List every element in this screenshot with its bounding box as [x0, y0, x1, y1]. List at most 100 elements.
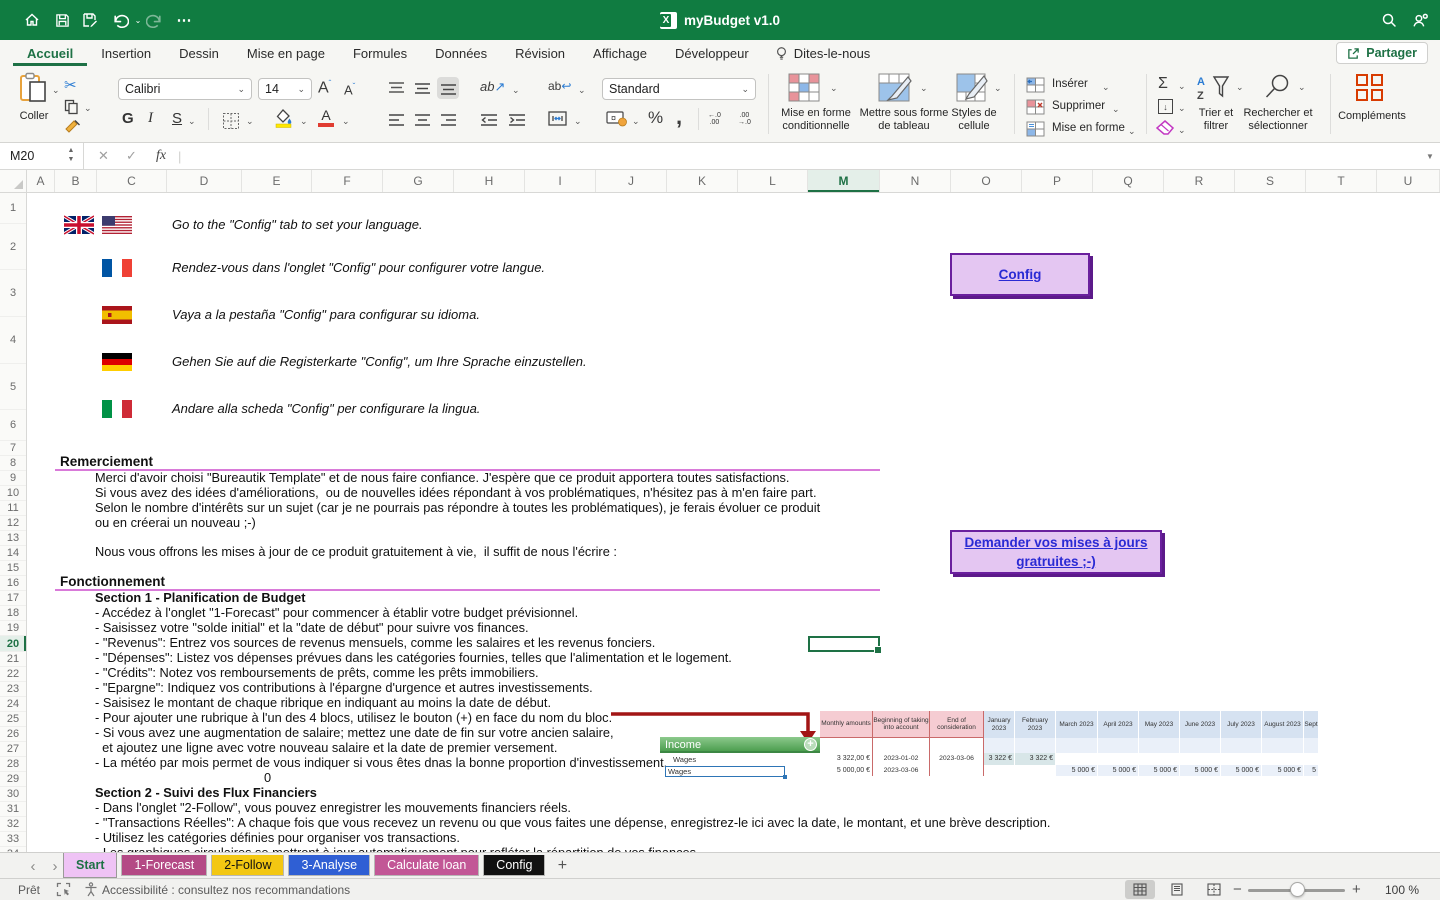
find-select-icon[interactable] [1264, 73, 1292, 104]
delete-label[interactable]: Supprimer [1052, 100, 1105, 112]
orientation-chevron-icon[interactable]: ⌄ [512, 86, 520, 95]
formula-input[interactable] [190, 143, 1420, 169]
format-cells-chevron-icon[interactable]: ⌄ [1128, 127, 1136, 136]
enter-formula-icon[interactable]: ✓ [126, 143, 137, 169]
ribbon-tab-formules[interactable]: Formules [339, 40, 421, 66]
sheet-tab-config[interactable]: Config [483, 855, 545, 876]
row-header-21[interactable]: 21 [0, 652, 26, 667]
row-header-20[interactable]: 20 [0, 636, 26, 652]
column-header-S[interactable]: S [1235, 170, 1306, 192]
decrease-font-button[interactable]: Aˇ [344, 82, 355, 97]
column-header-G[interactable]: G [383, 170, 454, 192]
text-orientation-button[interactable]: ab↗ [480, 79, 505, 95]
zoom-slider-thumb[interactable] [1290, 882, 1305, 897]
row-header-15[interactable]: 15 [0, 561, 26, 576]
cancel-formula-icon[interactable]: ✕ [98, 143, 109, 169]
align-left-button[interactable] [385, 109, 407, 131]
clear-chevron-icon[interactable]: ⌄ [1178, 126, 1186, 135]
paste-chevron-icon[interactable]: ⌄ [52, 86, 60, 95]
row-header-10[interactable]: 10 [0, 486, 26, 501]
column-header-R[interactable]: R [1164, 170, 1235, 192]
format-cells-label[interactable]: Mise en forme [1052, 122, 1125, 134]
redo-icon[interactable] [144, 10, 164, 30]
find-select-chevron-icon[interactable]: ⌄ [1298, 83, 1306, 92]
selection-mode-icon[interactable] [56, 879, 71, 900]
insert-chevron-icon[interactable]: ⌄ [1102, 83, 1110, 92]
accessibility-icon[interactable] [84, 879, 98, 900]
row-header-33[interactable]: 33 [0, 832, 26, 847]
insert-label[interactable]: Insérer [1052, 78, 1088, 90]
conditional-formatting-label[interactable]: Mise en forme conditionnelle [770, 107, 862, 133]
accounting-format-button[interactable]: ¤ [606, 110, 628, 130]
format-painter-icon[interactable] [64, 119, 81, 139]
save-as-icon[interactable] [80, 10, 100, 30]
column-header-A[interactable]: A [27, 170, 55, 192]
row-header-4[interactable]: 4 [0, 317, 26, 364]
conditional-formatting-icon[interactable] [788, 73, 824, 106]
sheet-tab-3-analyse[interactable]: 3-Analyse [288, 855, 370, 876]
font-name-select[interactable]: Calibri⌄ [118, 78, 252, 100]
increase-font-button[interactable]: Aˆ [318, 79, 331, 97]
column-header-M[interactable]: M [808, 170, 880, 192]
font-size-select[interactable]: 14⌄ [258, 78, 312, 100]
share-button[interactable]: Partager [1336, 42, 1428, 64]
copy-chevron-icon[interactable]: ⌄ [84, 104, 92, 113]
row-header-27[interactable]: 27 [0, 742, 26, 757]
ribbon-tab-révision[interactable]: Révision [501, 40, 579, 66]
ribbon-tab-affichage[interactable]: Affichage [579, 40, 661, 66]
percent-style-button[interactable]: % [648, 108, 663, 128]
row-header-12[interactable]: 12 [0, 516, 26, 531]
italic-button[interactable]: I [148, 110, 153, 127]
ribbon-tab-mise-en-page[interactable]: Mise en page [233, 40, 339, 66]
column-headers[interactable]: ABCDEFGHIJKLMNOPQRSTU [27, 170, 1440, 193]
row-header-19[interactable]: 19 [0, 621, 26, 636]
number-format-select[interactable]: Standard⌄ [602, 78, 756, 100]
wrap-chevron-icon[interactable]: ⌄ [578, 86, 586, 95]
row-header-23[interactable]: 23 [0, 682, 26, 697]
decrease-indent-button[interactable] [478, 109, 500, 131]
merge-cells-button[interactable] [548, 111, 567, 129]
row-header-9[interactable]: 9 [0, 471, 26, 486]
insert-cells-icon[interactable] [1026, 77, 1045, 96]
normal-view-button[interactable] [1125, 880, 1155, 899]
row-header-22[interactable]: 22 [0, 667, 26, 682]
autosum-button[interactable]: Σ [1158, 75, 1168, 93]
addins-label[interactable]: Compléments [1330, 110, 1414, 123]
row-header-3[interactable]: 3 [0, 270, 26, 317]
fill-chevron-icon[interactable]: ⌄ [1178, 104, 1186, 113]
row-header-18[interactable]: 18 [0, 606, 26, 621]
row-header-7[interactable]: 7 [0, 441, 26, 456]
align-bottom-button[interactable] [437, 77, 459, 99]
addins-icon[interactable] [1356, 74, 1383, 101]
row-header-13[interactable]: 13 [0, 531, 26, 546]
row-header-16[interactable]: 16 [0, 576, 26, 591]
tab-scroll-right-icon[interactable]: › [46, 856, 64, 876]
active-cell-selection[interactable] [808, 636, 880, 652]
account-icon[interactable] [1410, 10, 1430, 30]
row-header-25[interactable]: 25 [0, 712, 26, 727]
add-sheet-button[interactable]: + [549, 855, 575, 876]
column-header-D[interactable]: D [167, 170, 242, 192]
row-header-31[interactable]: 31 [0, 802, 26, 817]
cut-icon[interactable]: ✂ [64, 76, 77, 94]
sheet-canvas[interactable]: Go to the "Config" tab to set your langu… [27, 193, 1440, 852]
row-header-29[interactable]: 29 [0, 772, 26, 787]
column-header-U[interactable]: U [1377, 170, 1440, 192]
formula-bar-expand-icon[interactable]: ▼ [1426, 143, 1434, 169]
column-header-N[interactable]: N [880, 170, 951, 192]
accounting-chevron-icon[interactable]: ⌄ [632, 117, 640, 126]
align-top-button[interactable] [385, 77, 407, 99]
column-header-E[interactable]: E [242, 170, 312, 192]
zoom-in-button[interactable]: + [1352, 879, 1361, 900]
sheet-tab-start[interactable]: Start [63, 853, 117, 878]
page-layout-view-button[interactable] [1162, 880, 1192, 899]
format-as-table-icon[interactable] [878, 73, 914, 106]
paste-icon[interactable] [18, 72, 48, 107]
page-break-view-button[interactable] [1199, 880, 1229, 899]
copy-icon[interactable] [64, 99, 79, 118]
row-headers[interactable]: 1234567891011121314151617181920212223242… [0, 193, 27, 852]
column-header-Q[interactable]: Q [1093, 170, 1164, 192]
format-as-table-chevron-icon[interactable]: ⌄ [920, 84, 928, 93]
row-header-2[interactable]: 2 [0, 224, 26, 270]
sort-filter-chevron-icon[interactable]: ⌄ [1236, 83, 1244, 92]
